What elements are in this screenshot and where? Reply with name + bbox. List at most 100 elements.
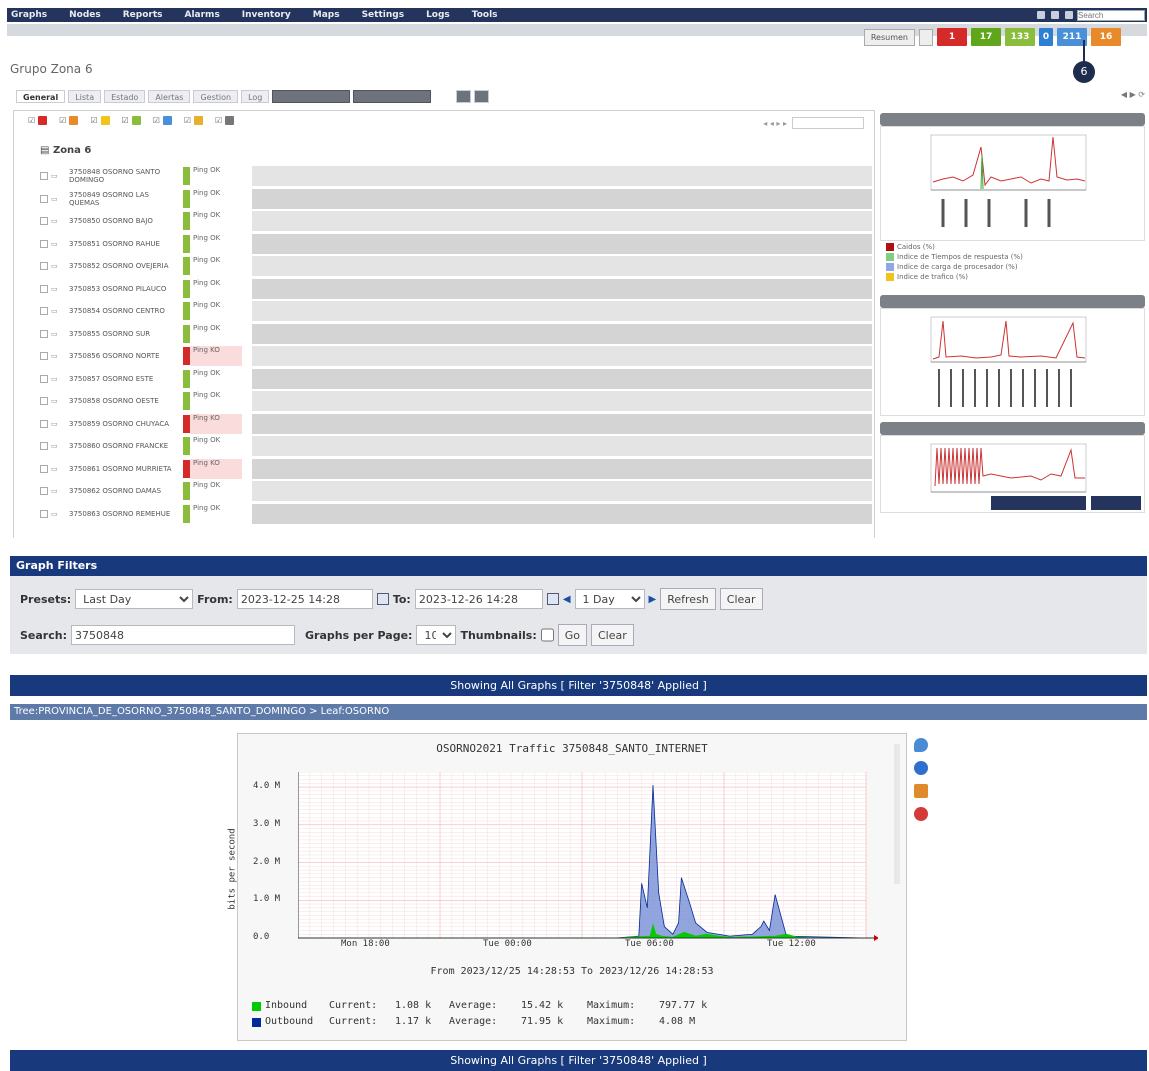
device-name[interactable]: 3750861 OSORNO MURRIETA xyxy=(69,459,181,479)
nav-item[interactable]: Graphs xyxy=(11,10,47,20)
panel-search-input[interactable] xyxy=(792,117,864,129)
tab-action-1[interactable] xyxy=(272,90,351,103)
table-row[interactable]: ▭ 3750854 OSORNO CENTRO Ping OK xyxy=(36,300,874,323)
device-name[interactable]: 3750863 OSORNO REMEHUE xyxy=(69,504,181,524)
calendar-icon[interactable] xyxy=(546,593,559,605)
presets-select[interactable]: Last Day xyxy=(75,589,194,609)
edit-graph-icon[interactable] xyxy=(914,784,928,798)
filter-unknown[interactable]: ☑ xyxy=(215,116,235,125)
device-name[interactable]: 3750860 OSORNO FRANCKE xyxy=(69,436,181,456)
device-name[interactable]: 3750862 OSORNO DAMAS xyxy=(69,481,181,501)
help-icon[interactable] xyxy=(1051,11,1059,19)
user-icon[interactable] xyxy=(1037,11,1045,19)
graph-scrollbar[interactable] xyxy=(894,744,900,884)
refresh-button[interactable]: Refresh xyxy=(660,588,716,610)
status-badge-warning[interactable]: 16 xyxy=(1091,28,1121,46)
table-row[interactable]: ▭ 3750863 OSORNO REMEHUE Ping OK xyxy=(36,503,874,526)
row-checkbox[interactable] xyxy=(40,284,48,293)
device-name[interactable]: 3750851 OSORNO RAHUE xyxy=(69,234,181,254)
device-name[interactable]: 3750852 OSORNO OVEJERIA xyxy=(69,256,181,276)
table-row[interactable]: ▭ 3750848 OSORNO SANTO DOMINGO Ping OK xyxy=(36,165,874,188)
device-name[interactable]: 3750859 OSORNO CHUYACA xyxy=(69,414,181,434)
tab-lista[interactable]: Lista xyxy=(68,90,102,103)
device-name[interactable]: 3750856 OSORNO NORTE xyxy=(69,346,181,366)
nav-item[interactable]: Reports xyxy=(123,10,163,20)
clear-search-button[interactable]: Clear xyxy=(590,624,634,646)
nav-item[interactable]: Tools xyxy=(472,10,498,20)
status-badge-critical[interactable]: 1 xyxy=(937,28,967,46)
tab-estado[interactable]: Estado xyxy=(104,90,146,103)
view-controls[interactable]: ◀ ▶ ⟳ xyxy=(1121,90,1145,99)
table-row[interactable]: ▭ 3750862 OSORNO DAMAS Ping OK xyxy=(36,480,874,503)
row-checkbox[interactable] xyxy=(40,374,48,383)
device-name[interactable]: 3750853 OSORNO PILAUCO xyxy=(69,279,181,299)
device-name[interactable]: 3750857 OSORNO ESTE xyxy=(69,369,181,389)
bell-icon[interactable] xyxy=(1065,11,1073,19)
filter-info[interactable]: ☑ xyxy=(153,116,172,125)
filter-pending[interactable]: ☑ xyxy=(184,116,204,125)
graph-search-input[interactable] xyxy=(70,625,295,645)
tab-general[interactable]: General xyxy=(16,90,66,103)
search-input[interactable] xyxy=(1077,9,1145,21)
device-name[interactable]: 3750848 OSORNO SANTO DOMINGO xyxy=(69,166,181,186)
go-button[interactable]: Go xyxy=(557,624,587,646)
status-badge-unknown[interactable]: 0 xyxy=(1039,28,1053,46)
nav-item[interactable]: Maps xyxy=(313,10,340,20)
table-row[interactable]: ▭ 3750849 OSORNO LAS QUEMAS Ping OK xyxy=(36,188,874,211)
row-checkbox[interactable] xyxy=(40,262,48,271)
row-checkbox[interactable] xyxy=(40,172,48,181)
row-checkbox[interactable] xyxy=(40,397,48,406)
row-checkbox[interactable] xyxy=(40,464,48,473)
tab-alertas[interactable]: Alertas xyxy=(148,90,191,103)
table-row[interactable]: ▭ 3750852 OSORNO OVEJERIA Ping OK xyxy=(36,255,874,278)
traffic-graph[interactable]: OSORNO2021 Traffic 3750848_SANTO_INTERNE… xyxy=(228,733,907,1041)
zoom-icon[interactable] xyxy=(914,738,928,752)
row-checkbox[interactable] xyxy=(40,329,48,338)
info-icon[interactable] xyxy=(914,761,928,775)
row-checkbox[interactable] xyxy=(40,352,48,361)
row-checkbox[interactable] xyxy=(40,487,48,496)
row-checkbox[interactable] xyxy=(40,239,48,248)
tab-action-2[interactable] xyxy=(353,90,432,103)
filter-ok[interactable]: ☑ xyxy=(122,116,141,125)
table-row[interactable]: ▭ 3750855 OSORNO SUR Ping OK xyxy=(36,323,874,346)
table-row[interactable]: ▭ 3750860 OSORNO FRANCKE Ping OK xyxy=(36,435,874,458)
nav-item[interactable]: Nodes xyxy=(69,10,101,20)
table-row[interactable]: ▭ 3750861 OSORNO MURRIETA Ping KO xyxy=(36,458,874,481)
expand-icon[interactable] xyxy=(474,90,490,103)
table-row[interactable]: ▭ 3750853 OSORNO PILAUCO Ping OK xyxy=(36,278,874,301)
edit-icon[interactable] xyxy=(919,28,933,46)
delete-icon[interactable] xyxy=(914,807,928,821)
table-row[interactable]: ▭ 3750859 OSORNO CHUYACA Ping KO xyxy=(36,413,874,436)
filter-critical[interactable]: ☑ xyxy=(28,116,48,125)
refresh-icon[interactable] xyxy=(456,90,472,103)
row-checkbox[interactable] xyxy=(40,442,48,451)
row-checkbox[interactable] xyxy=(40,307,48,316)
table-row[interactable]: ▭ 3750850 OSORNO BAJO Ping OK xyxy=(36,210,874,233)
table-row[interactable]: ▭ 3750856 OSORNO NORTE Ping KO xyxy=(36,345,874,368)
from-date-input[interactable] xyxy=(236,589,373,609)
table-row[interactable]: ▭ 3750858 OSORNO OESTE Ping OK xyxy=(36,390,874,413)
timespan-select[interactable]: 1 Day xyxy=(574,589,645,609)
pager-controls[interactable]: ◂ ◂ ▸ ▸ xyxy=(763,119,787,128)
status-badge-ok[interactable]: 17 xyxy=(971,28,1001,46)
device-name[interactable]: 3750855 OSORNO SUR xyxy=(69,324,181,344)
row-checkbox[interactable] xyxy=(40,217,48,226)
to-date-input[interactable] xyxy=(414,589,543,609)
table-row[interactable]: ▭ 3750851 OSORNO RAHUE Ping OK xyxy=(36,233,874,256)
table-row[interactable]: ▭ 3750857 OSORNO ESTE Ping OK xyxy=(36,368,874,391)
tab-gestion[interactable]: Gestion xyxy=(193,90,239,103)
row-checkbox[interactable] xyxy=(40,419,48,428)
nav-item[interactable]: Alarms xyxy=(185,10,220,20)
device-name[interactable]: 3750858 OSORNO OESTE xyxy=(69,391,181,411)
nav-item[interactable]: Settings xyxy=(362,10,404,20)
nav-item[interactable]: Inventory xyxy=(242,10,291,20)
device-name[interactable]: 3750854 OSORNO CENTRO xyxy=(69,301,181,321)
summary-button[interactable]: Resumen xyxy=(863,28,915,46)
graphs-per-page-select[interactable]: 10 xyxy=(416,625,457,645)
filter-warning[interactable]: ☑ xyxy=(59,116,79,125)
filter-minor[interactable]: ☑ xyxy=(90,116,110,125)
status-badge-normal[interactable]: 133 xyxy=(1005,28,1035,46)
arrow-left-icon[interactable]: ◀ xyxy=(563,594,571,605)
clear-button[interactable]: Clear xyxy=(719,588,763,610)
